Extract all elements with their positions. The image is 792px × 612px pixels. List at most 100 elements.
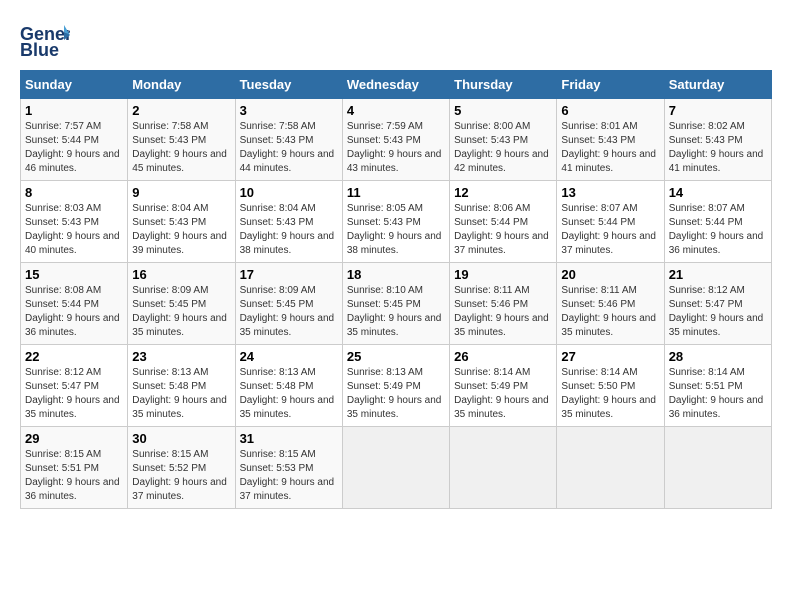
day-number: 4 (347, 103, 445, 118)
day-info: Sunrise: 8:05 AM Sunset: 5:43 PM Dayligh… (347, 202, 445, 258)
logo: General Blue (20, 20, 74, 60)
day-number: 5 (454, 103, 552, 118)
calendar-day-cell (342, 427, 449, 509)
day-number: 1 (25, 103, 123, 118)
calendar-day-cell: 8 Sunrise: 8:03 AM Sunset: 5:43 PM Dayli… (21, 181, 128, 263)
day-info: Sunrise: 8:11 AM Sunset: 5:46 PM Dayligh… (561, 284, 659, 340)
day-number: 15 (25, 267, 123, 282)
day-number: 18 (347, 267, 445, 282)
day-info: Sunrise: 7:58 AM Sunset: 5:43 PM Dayligh… (240, 120, 338, 176)
calendar-day-cell: 15 Sunrise: 8:08 AM Sunset: 5:44 PM Dayl… (21, 263, 128, 345)
day-info: Sunrise: 8:15 AM Sunset: 5:53 PM Dayligh… (240, 448, 338, 504)
day-info: Sunrise: 8:12 AM Sunset: 5:47 PM Dayligh… (25, 366, 123, 422)
day-number: 28 (669, 349, 767, 364)
calendar-day-cell: 29 Sunrise: 8:15 AM Sunset: 5:51 PM Dayl… (21, 427, 128, 509)
day-number: 19 (454, 267, 552, 282)
day-number: 20 (561, 267, 659, 282)
day-info: Sunrise: 8:14 AM Sunset: 5:49 PM Dayligh… (454, 366, 552, 422)
day-of-week-header: Saturday (664, 71, 771, 99)
day-info: Sunrise: 8:02 AM Sunset: 5:43 PM Dayligh… (669, 120, 767, 176)
day-info: Sunrise: 8:00 AM Sunset: 5:43 PM Dayligh… (454, 120, 552, 176)
day-info: Sunrise: 7:59 AM Sunset: 5:43 PM Dayligh… (347, 120, 445, 176)
calendar-day-cell: 17 Sunrise: 8:09 AM Sunset: 5:45 PM Dayl… (235, 263, 342, 345)
calendar-day-cell: 9 Sunrise: 8:04 AM Sunset: 5:43 PM Dayli… (128, 181, 235, 263)
calendar-day-cell: 20 Sunrise: 8:11 AM Sunset: 5:46 PM Dayl… (557, 263, 664, 345)
calendar-day-cell: 23 Sunrise: 8:13 AM Sunset: 5:48 PM Dayl… (128, 345, 235, 427)
day-info: Sunrise: 8:14 AM Sunset: 5:50 PM Dayligh… (561, 366, 659, 422)
calendar-day-cell: 25 Sunrise: 8:13 AM Sunset: 5:49 PM Dayl… (342, 345, 449, 427)
day-number: 16 (132, 267, 230, 282)
calendar-day-cell: 7 Sunrise: 8:02 AM Sunset: 5:43 PM Dayli… (664, 99, 771, 181)
calendar-day-cell (450, 427, 557, 509)
calendar-day-cell (557, 427, 664, 509)
calendar-day-cell: 26 Sunrise: 8:14 AM Sunset: 5:49 PM Dayl… (450, 345, 557, 427)
calendar-week-row: 22 Sunrise: 8:12 AM Sunset: 5:47 PM Dayl… (21, 345, 772, 427)
day-number: 30 (132, 431, 230, 446)
calendar-week-row: 29 Sunrise: 8:15 AM Sunset: 5:51 PM Dayl… (21, 427, 772, 509)
calendar-day-cell: 10 Sunrise: 8:04 AM Sunset: 5:43 PM Dayl… (235, 181, 342, 263)
calendar-day-cell: 6 Sunrise: 8:01 AM Sunset: 5:43 PM Dayli… (557, 99, 664, 181)
day-number: 8 (25, 185, 123, 200)
day-number: 12 (454, 185, 552, 200)
calendar-day-cell: 12 Sunrise: 8:06 AM Sunset: 5:44 PM Dayl… (450, 181, 557, 263)
calendar-day-cell: 22 Sunrise: 8:12 AM Sunset: 5:47 PM Dayl… (21, 345, 128, 427)
day-number: 31 (240, 431, 338, 446)
day-info: Sunrise: 8:06 AM Sunset: 5:44 PM Dayligh… (454, 202, 552, 258)
day-info: Sunrise: 8:14 AM Sunset: 5:51 PM Dayligh… (669, 366, 767, 422)
day-of-week-header: Wednesday (342, 71, 449, 99)
day-number: 26 (454, 349, 552, 364)
day-number: 14 (669, 185, 767, 200)
calendar-day-cell (664, 427, 771, 509)
calendar-day-cell: 28 Sunrise: 8:14 AM Sunset: 5:51 PM Dayl… (664, 345, 771, 427)
day-info: Sunrise: 8:07 AM Sunset: 5:44 PM Dayligh… (561, 202, 659, 258)
calendar-day-cell: 1 Sunrise: 7:57 AM Sunset: 5:44 PM Dayli… (21, 99, 128, 181)
calendar-day-cell: 4 Sunrise: 7:59 AM Sunset: 5:43 PM Dayli… (342, 99, 449, 181)
calendar-day-cell: 16 Sunrise: 8:09 AM Sunset: 5:45 PM Dayl… (128, 263, 235, 345)
day-info: Sunrise: 8:04 AM Sunset: 5:43 PM Dayligh… (240, 202, 338, 258)
day-number: 2 (132, 103, 230, 118)
calendar-day-cell: 11 Sunrise: 8:05 AM Sunset: 5:43 PM Dayl… (342, 181, 449, 263)
day-number: 25 (347, 349, 445, 364)
day-number: 9 (132, 185, 230, 200)
day-info: Sunrise: 8:11 AM Sunset: 5:46 PM Dayligh… (454, 284, 552, 340)
calendar-week-row: 15 Sunrise: 8:08 AM Sunset: 5:44 PM Dayl… (21, 263, 772, 345)
day-info: Sunrise: 8:12 AM Sunset: 5:47 PM Dayligh… (669, 284, 767, 340)
day-info: Sunrise: 8:15 AM Sunset: 5:51 PM Dayligh… (25, 448, 123, 504)
day-info: Sunrise: 8:10 AM Sunset: 5:45 PM Dayligh… (347, 284, 445, 340)
day-number: 10 (240, 185, 338, 200)
day-number: 3 (240, 103, 338, 118)
day-number: 23 (132, 349, 230, 364)
calendar-day-cell: 19 Sunrise: 8:11 AM Sunset: 5:46 PM Dayl… (450, 263, 557, 345)
calendar-week-row: 1 Sunrise: 7:57 AM Sunset: 5:44 PM Dayli… (21, 99, 772, 181)
calendar-day-cell: 21 Sunrise: 8:12 AM Sunset: 5:47 PM Dayl… (664, 263, 771, 345)
day-of-week-header: Monday (128, 71, 235, 99)
day-number: 17 (240, 267, 338, 282)
day-number: 13 (561, 185, 659, 200)
day-info: Sunrise: 8:09 AM Sunset: 5:45 PM Dayligh… (132, 284, 230, 340)
day-info: Sunrise: 8:03 AM Sunset: 5:43 PM Dayligh… (25, 202, 123, 258)
calendar-day-cell: 27 Sunrise: 8:14 AM Sunset: 5:50 PM Dayl… (557, 345, 664, 427)
calendar-day-cell: 18 Sunrise: 8:10 AM Sunset: 5:45 PM Dayl… (342, 263, 449, 345)
day-info: Sunrise: 8:13 AM Sunset: 5:48 PM Dayligh… (132, 366, 230, 422)
day-info: Sunrise: 8:15 AM Sunset: 5:52 PM Dayligh… (132, 448, 230, 504)
day-info: Sunrise: 7:58 AM Sunset: 5:43 PM Dayligh… (132, 120, 230, 176)
day-number: 6 (561, 103, 659, 118)
calendar-day-cell: 2 Sunrise: 7:58 AM Sunset: 5:43 PM Dayli… (128, 99, 235, 181)
day-number: 22 (25, 349, 123, 364)
svg-text:Blue: Blue (20, 40, 59, 60)
calendar-table: SundayMondayTuesdayWednesdayThursdayFrid… (20, 70, 772, 509)
calendar-week-row: 8 Sunrise: 8:03 AM Sunset: 5:43 PM Dayli… (21, 181, 772, 263)
calendar-day-cell: 14 Sunrise: 8:07 AM Sunset: 5:44 PM Dayl… (664, 181, 771, 263)
day-of-week-header: Friday (557, 71, 664, 99)
day-info: Sunrise: 8:07 AM Sunset: 5:44 PM Dayligh… (669, 202, 767, 258)
day-number: 7 (669, 103, 767, 118)
calendar-day-cell: 30 Sunrise: 8:15 AM Sunset: 5:52 PM Dayl… (128, 427, 235, 509)
calendar-day-cell: 3 Sunrise: 7:58 AM Sunset: 5:43 PM Dayli… (235, 99, 342, 181)
day-of-week-header: Tuesday (235, 71, 342, 99)
calendar-day-cell: 13 Sunrise: 8:07 AM Sunset: 5:44 PM Dayl… (557, 181, 664, 263)
day-of-week-header: Thursday (450, 71, 557, 99)
day-number: 11 (347, 185, 445, 200)
day-info: Sunrise: 8:09 AM Sunset: 5:45 PM Dayligh… (240, 284, 338, 340)
logo-icon: General Blue (20, 20, 70, 60)
day-info: Sunrise: 8:13 AM Sunset: 5:48 PM Dayligh… (240, 366, 338, 422)
